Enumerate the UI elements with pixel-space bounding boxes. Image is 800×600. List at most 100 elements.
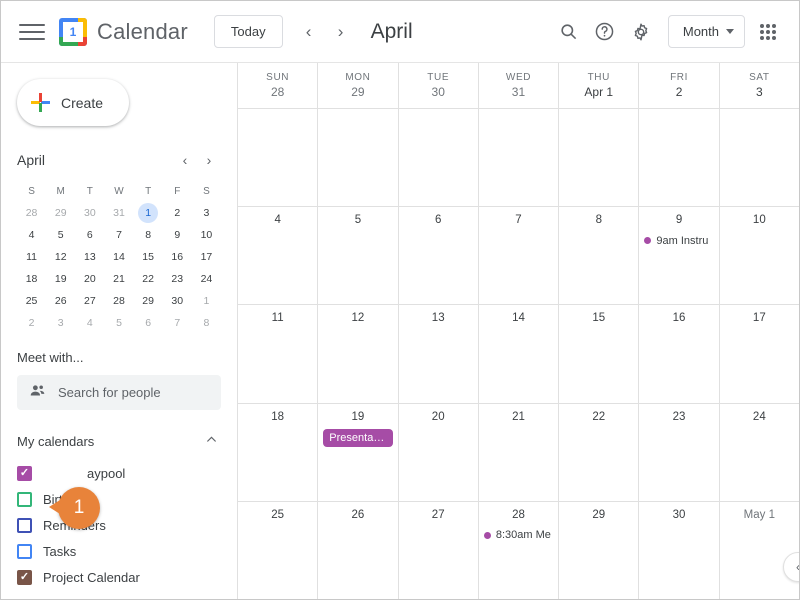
calendar-day-cell[interactable]	[477, 109, 559, 208]
mini-calendar-day[interactable]: 18	[17, 268, 46, 290]
chevron-up-icon[interactable]	[201, 433, 221, 449]
day-number[interactable]: 30	[639, 509, 718, 521]
today-button[interactable]: Today	[213, 15, 283, 48]
mini-calendar-day[interactable]: 30	[163, 290, 192, 312]
calendar-day-cell[interactable]: 11	[238, 305, 318, 404]
day-number[interactable]: 5	[318, 214, 397, 226]
calendar-checkbox[interactable]	[17, 543, 32, 559]
calendar-day-cell[interactable]: 15	[558, 305, 639, 404]
calendar-day-cell[interactable]: 21	[477, 403, 559, 502]
next-period-icon[interactable]: ›	[325, 16, 357, 48]
calendar-day-cell[interactable]: 8	[558, 207, 639, 306]
mini-calendar-day[interactable]: 29	[134, 290, 163, 312]
day-number[interactable]: 17	[720, 312, 799, 324]
calendar-day-cell[interactable]: 17	[718, 305, 799, 404]
weekday-date-number[interactable]: 2	[676, 85, 683, 99]
day-number[interactable]: 14	[479, 312, 558, 324]
day-number[interactable]: 10	[720, 214, 799, 226]
mini-calendar-day[interactable]: 23	[163, 268, 192, 290]
mini-calendar-day[interactable]: 9	[163, 224, 192, 246]
calendar-day-cell[interactable]: 29	[558, 501, 638, 599]
day-number[interactable]: 26	[318, 509, 397, 521]
mini-calendar-day[interactable]: 28	[17, 202, 46, 224]
mini-calendar-day[interactable]: 4	[17, 224, 46, 246]
help-icon[interactable]	[588, 15, 622, 49]
mini-calendar-day[interactable]: 21	[104, 268, 133, 290]
hamburger-menu-icon[interactable]	[19, 19, 45, 45]
calendar-day-cell[interactable]: 13	[397, 305, 478, 404]
mini-calendar-day[interactable]: 7	[163, 312, 192, 334]
day-number[interactable]: 7	[479, 214, 558, 226]
calendar-day-cell[interactable]: May 1	[718, 501, 799, 599]
day-number[interactable]: 23	[639, 411, 718, 423]
weekday-date-number[interactable]: 3	[756, 85, 763, 99]
day-number[interactable]: 19	[318, 411, 397, 423]
apps-grid-icon[interactable]	[751, 15, 785, 49]
mini-calendar-day[interactable]: 26	[46, 290, 75, 312]
mini-calendar-day[interactable]: 17	[192, 246, 221, 268]
day-number[interactable]: 24	[720, 411, 799, 423]
calendar-day-cell[interactable]: 28 8:30am Me	[477, 501, 558, 599]
calendar-day-cell[interactable]: 18	[238, 404, 318, 502]
mini-calendar-day[interactable]: 7	[104, 224, 133, 246]
mini-calendar-day[interactable]: 1	[192, 290, 221, 312]
mini-calendar-day[interactable]: 4	[75, 312, 104, 334]
mini-calendar-day[interactable]: 5	[46, 224, 75, 246]
calendar-day-cell[interactable]: 4	[238, 207, 318, 306]
mini-calendar-day[interactable]: 31	[104, 202, 133, 224]
mini-calendar-day[interactable]: 30	[75, 202, 104, 224]
mini-calendar-day[interactable]: 19	[46, 268, 75, 290]
weekday-date-number[interactable]: 31	[512, 85, 525, 99]
weekday-date-number[interactable]: 30	[432, 85, 445, 99]
mini-calendar-day[interactable]: 29	[46, 202, 75, 224]
calendar-event-timed[interactable]: 8:30am Me	[483, 527, 553, 544]
calendar-day-cell[interactable]: 25	[238, 502, 317, 599]
mini-calendar-day[interactable]: 2	[163, 202, 192, 224]
previous-period-icon[interactable]: ‹	[293, 16, 325, 48]
my-calendars-header[interactable]: My calendars	[17, 428, 221, 454]
meet-with-search-input[interactable]	[58, 385, 209, 400]
mini-calendar-day[interactable]: 13	[75, 246, 104, 268]
mini-calendar-day[interactable]: 8	[192, 312, 221, 334]
other-calendars-header[interactable]: Other calendars +	[17, 596, 221, 599]
calendar-day-cell[interactable]	[238, 109, 318, 208]
calendar-day-cell[interactable]: 7	[477, 207, 559, 306]
day-number[interactable]: 8	[559, 214, 638, 226]
day-number[interactable]: May 1	[720, 509, 799, 521]
mini-calendar-day[interactable]: 3	[192, 202, 221, 224]
day-number[interactable]: 12	[318, 312, 397, 324]
mini-calendar-day[interactable]: 2	[17, 312, 46, 334]
calendar-day-cell[interactable]	[638, 109, 719, 208]
mini-calendar-day[interactable]: 20	[75, 268, 104, 290]
calendar-day-cell[interactable]: 24	[718, 403, 799, 502]
mini-calendar-day[interactable]: 27	[75, 290, 104, 312]
calendar-day-cell[interactable]: 9 9am Instru	[638, 207, 719, 306]
calendar-checkbox[interactable]	[17, 517, 32, 533]
day-number[interactable]: 16	[639, 312, 718, 324]
search-icon[interactable]	[552, 15, 586, 49]
calendar-day-cell[interactable]: 20	[397, 403, 478, 502]
create-button[interactable]: Create	[17, 79, 129, 126]
day-number[interactable]: 20	[399, 411, 478, 423]
weekday-date-number[interactable]: Apr 1	[584, 85, 613, 99]
mini-calendar-day[interactable]: 25	[17, 290, 46, 312]
calendar-day-cell[interactable]: 12	[317, 305, 398, 404]
day-number[interactable]: 25	[238, 509, 317, 521]
day-number[interactable]: 9	[639, 214, 718, 226]
mini-calendar-day[interactable]: 6	[134, 312, 163, 334]
calendar-day-cell[interactable]	[317, 109, 398, 208]
calendar-day-cell[interactable]: 19 Presentation	[317, 403, 398, 502]
day-number[interactable]: 27	[399, 509, 478, 521]
mini-calendar-next-icon[interactable]: ›	[197, 148, 221, 172]
calendar-checkbox[interactable]	[17, 491, 32, 507]
mini-calendar-day[interactable]: 10	[192, 224, 221, 246]
day-number[interactable]: 4	[238, 214, 317, 226]
mini-calendar-day[interactable]: 5	[104, 312, 133, 334]
calendar-checkbox[interactable]: ✓	[17, 465, 32, 481]
calendar-list-item[interactable]: Birthdays	[17, 486, 221, 512]
calendar-day-cell[interactable]: 16	[638, 305, 719, 404]
mini-calendar-prev-icon[interactable]: ‹	[173, 148, 197, 172]
day-number[interactable]: 29	[559, 509, 638, 521]
calendar-day-cell[interactable]: 27	[397, 501, 478, 599]
mini-calendar-day[interactable]: 22	[134, 268, 163, 290]
